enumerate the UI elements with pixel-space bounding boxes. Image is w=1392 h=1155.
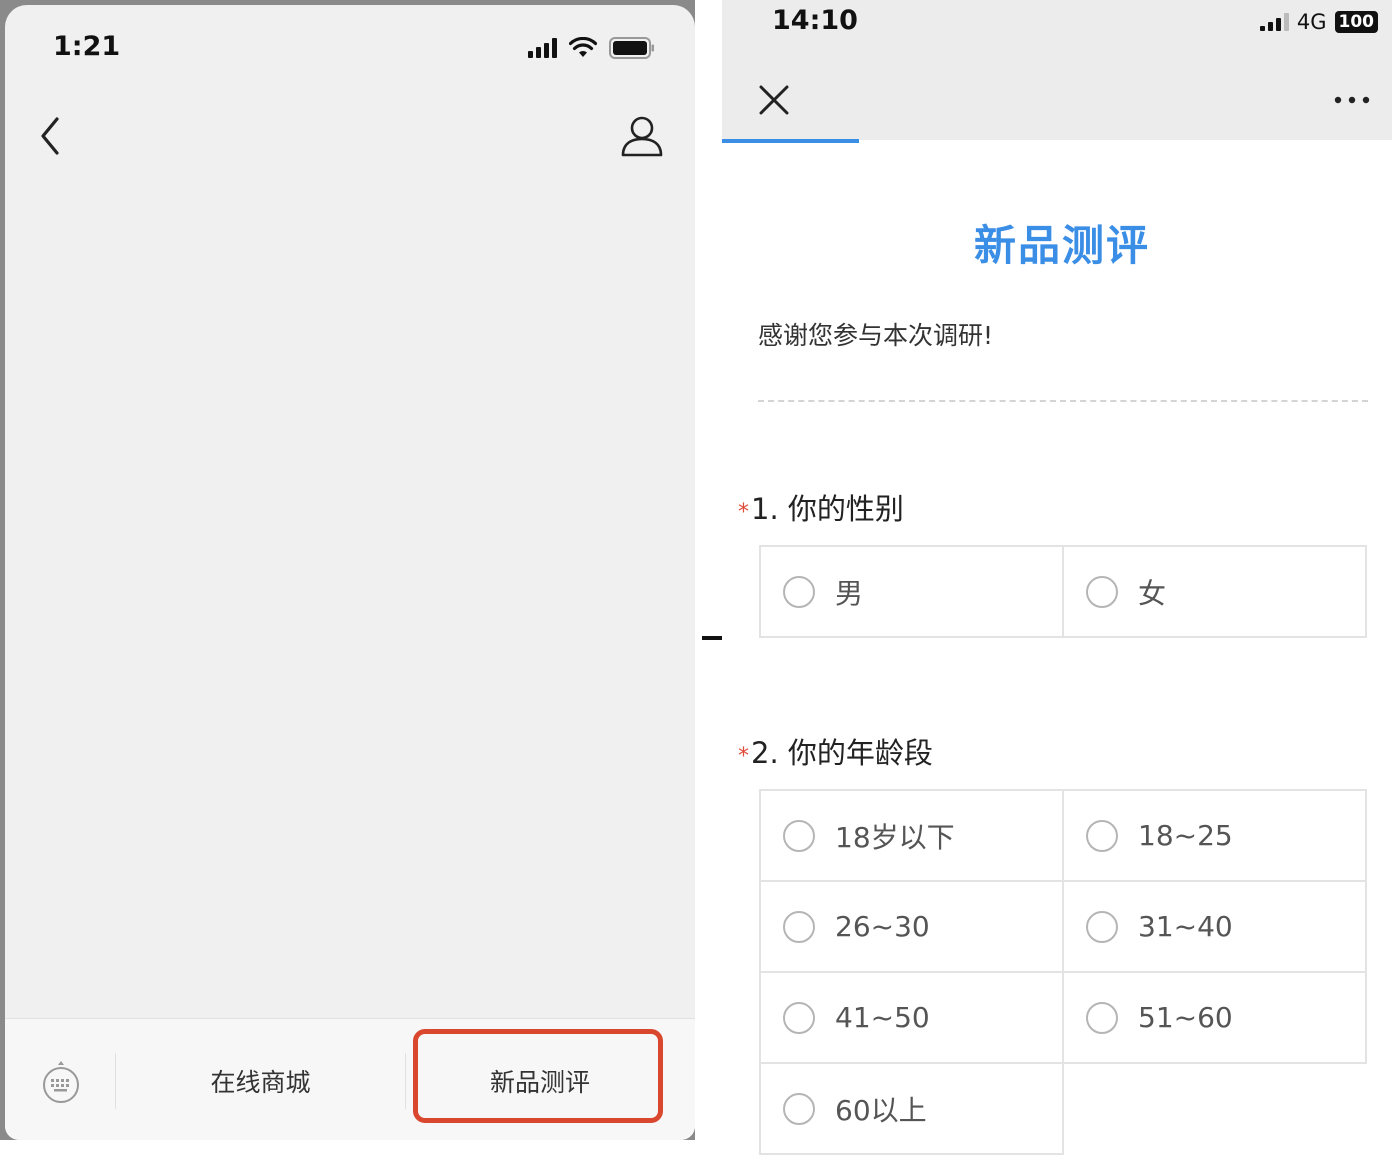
question-label: 1. 你的性别: [751, 492, 904, 526]
option-label: 18岁以下: [835, 820, 955, 854]
radio-icon[interactable]: [1086, 575, 1118, 608]
radio-icon[interactable]: [783, 575, 815, 608]
required-mark: *: [738, 500, 749, 525]
user-profile-icon[interactable]: [619, 113, 665, 159]
option-age-41-50[interactable]: 41~50: [761, 973, 1064, 1064]
option-age-31-40[interactable]: 31~40: [1064, 882, 1367, 973]
option-label: 51~60: [1138, 1001, 1233, 1034]
left-phone-screen: 1:21 在线商城 新品测评: [5, 5, 695, 1140]
signal-icon: [528, 38, 557, 58]
more-icon[interactable]: [1332, 88, 1372, 112]
menu-divider: [405, 1053, 406, 1109]
menu-item-online-shop[interactable]: 在线商城: [123, 1063, 398, 1099]
option-label: 60以上: [835, 1093, 927, 1127]
radio-icon[interactable]: [1086, 1001, 1118, 1034]
right-status-time: 14:10: [772, 5, 858, 36]
network-label: 4G: [1296, 10, 1327, 34]
radio-icon[interactable]: [783, 1001, 815, 1034]
close-icon[interactable]: [758, 84, 790, 116]
question-1-options: 男 女: [759, 545, 1367, 638]
battery-icon: [609, 37, 654, 59]
option-label: 26~30: [835, 910, 930, 943]
back-chevron-icon[interactable]: [31, 111, 71, 161]
keyboard-icon[interactable]: [39, 1059, 83, 1103]
option-male[interactable]: 男: [761, 547, 1064, 638]
top-bar: 14:10 4G 100: [722, 0, 1392, 140]
wifi-icon: [569, 37, 597, 57]
option-age-51-60[interactable]: 51~60: [1064, 973, 1367, 1064]
option-female[interactable]: 女: [1064, 547, 1367, 638]
option-age-18-25[interactable]: 18~25: [1064, 791, 1367, 882]
left-phone-frame: 1:21 在线商城 新品测评: [0, 0, 702, 1140]
radio-icon[interactable]: [1086, 910, 1118, 943]
left-status-time: 1:21: [53, 31, 121, 62]
question-1-title: *1. 你的性别: [738, 486, 904, 528]
radio-icon[interactable]: [783, 819, 815, 852]
question-label: 2. 你的年龄段: [751, 736, 933, 770]
menu-divider: [115, 1053, 116, 1109]
radio-icon[interactable]: [1086, 819, 1118, 852]
radio-icon[interactable]: [783, 1092, 815, 1125]
option-age-over-60[interactable]: 60以上: [761, 1064, 1064, 1155]
right-status-icons: 4G 100: [1259, 10, 1378, 34]
option-label: 男: [835, 576, 864, 610]
option-label: 18~25: [1138, 819, 1233, 852]
option-age-26-30[interactable]: 26~30: [761, 882, 1064, 973]
option-label: 41~50: [835, 1001, 930, 1034]
right-phone-screen: 14:10 4G 100 新品测评 感谢您参与本次调研! *1. 你的性别 男 …: [722, 0, 1392, 1155]
question-2-options: 18岁以下 18~25 26~30 31~40 41~50 51~60 60以上: [759, 789, 1367, 1155]
battery-icon: 100: [1334, 11, 1378, 33]
highlight-box: [413, 1029, 663, 1123]
page-load-progress-bar: [722, 139, 859, 143]
radio-icon[interactable]: [783, 910, 815, 943]
survey-title: 新品测评: [973, 221, 1150, 270]
option-age-under-18[interactable]: 18岁以下: [761, 791, 1064, 882]
bottom-menu-bar: 在线商城 新品测评: [5, 1018, 695, 1140]
option-label: 女: [1138, 576, 1167, 610]
gutter: [695, 0, 723, 1140]
option-label: 31~40: [1138, 910, 1233, 943]
survey-intro: 感谢您参与本次调研!: [758, 321, 994, 350]
dashed-divider: [758, 400, 1368, 402]
signal-icon: [1259, 13, 1289, 31]
required-mark: *: [738, 744, 749, 769]
question-2-title: *2. 你的年龄段: [738, 730, 933, 772]
left-status-icons: [528, 37, 655, 59]
